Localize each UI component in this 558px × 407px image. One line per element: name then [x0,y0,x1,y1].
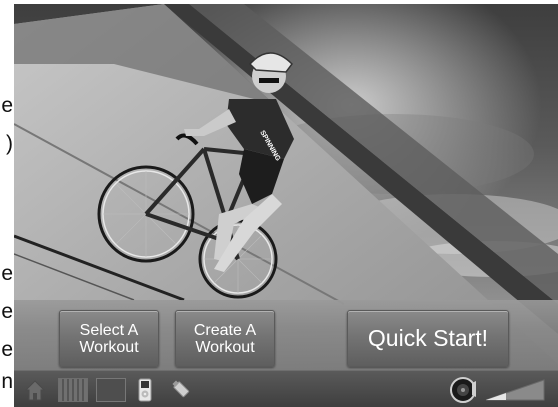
select-workout-label: Select A Workout [79,321,139,356]
quick-start-button[interactable]: Quick Start! [347,310,509,367]
create-workout-label: Create A Workout [193,321,257,356]
cropped-text-fragment: n [1,370,13,393]
app-screen: SPINNING Select A Workout Create A Worko… [14,4,558,407]
create-workout-button[interactable]: Create A Workout [175,310,275,367]
volume-level-icon[interactable] [484,378,546,402]
select-workout-button[interactable]: Select A Workout [59,310,159,367]
cropped-text-fragment: e [1,262,13,285]
home-icon[interactable] [24,378,46,402]
cropped-text-fragment: e [1,338,13,361]
cropped-text-fragment: e [1,300,13,323]
cropped-text-fragment: e [1,94,13,117]
quick-start-label: Quick Start! [367,325,489,351]
taskbar [14,370,558,407]
usb-drive-icon[interactable] [170,378,194,402]
cropped-text-fragment: ) [6,132,13,155]
equalizer-icon[interactable] [58,378,88,402]
volume-knob-icon[interactable] [450,376,480,404]
ipod-icon[interactable] [138,378,152,402]
screen-icon[interactable] [96,378,126,402]
